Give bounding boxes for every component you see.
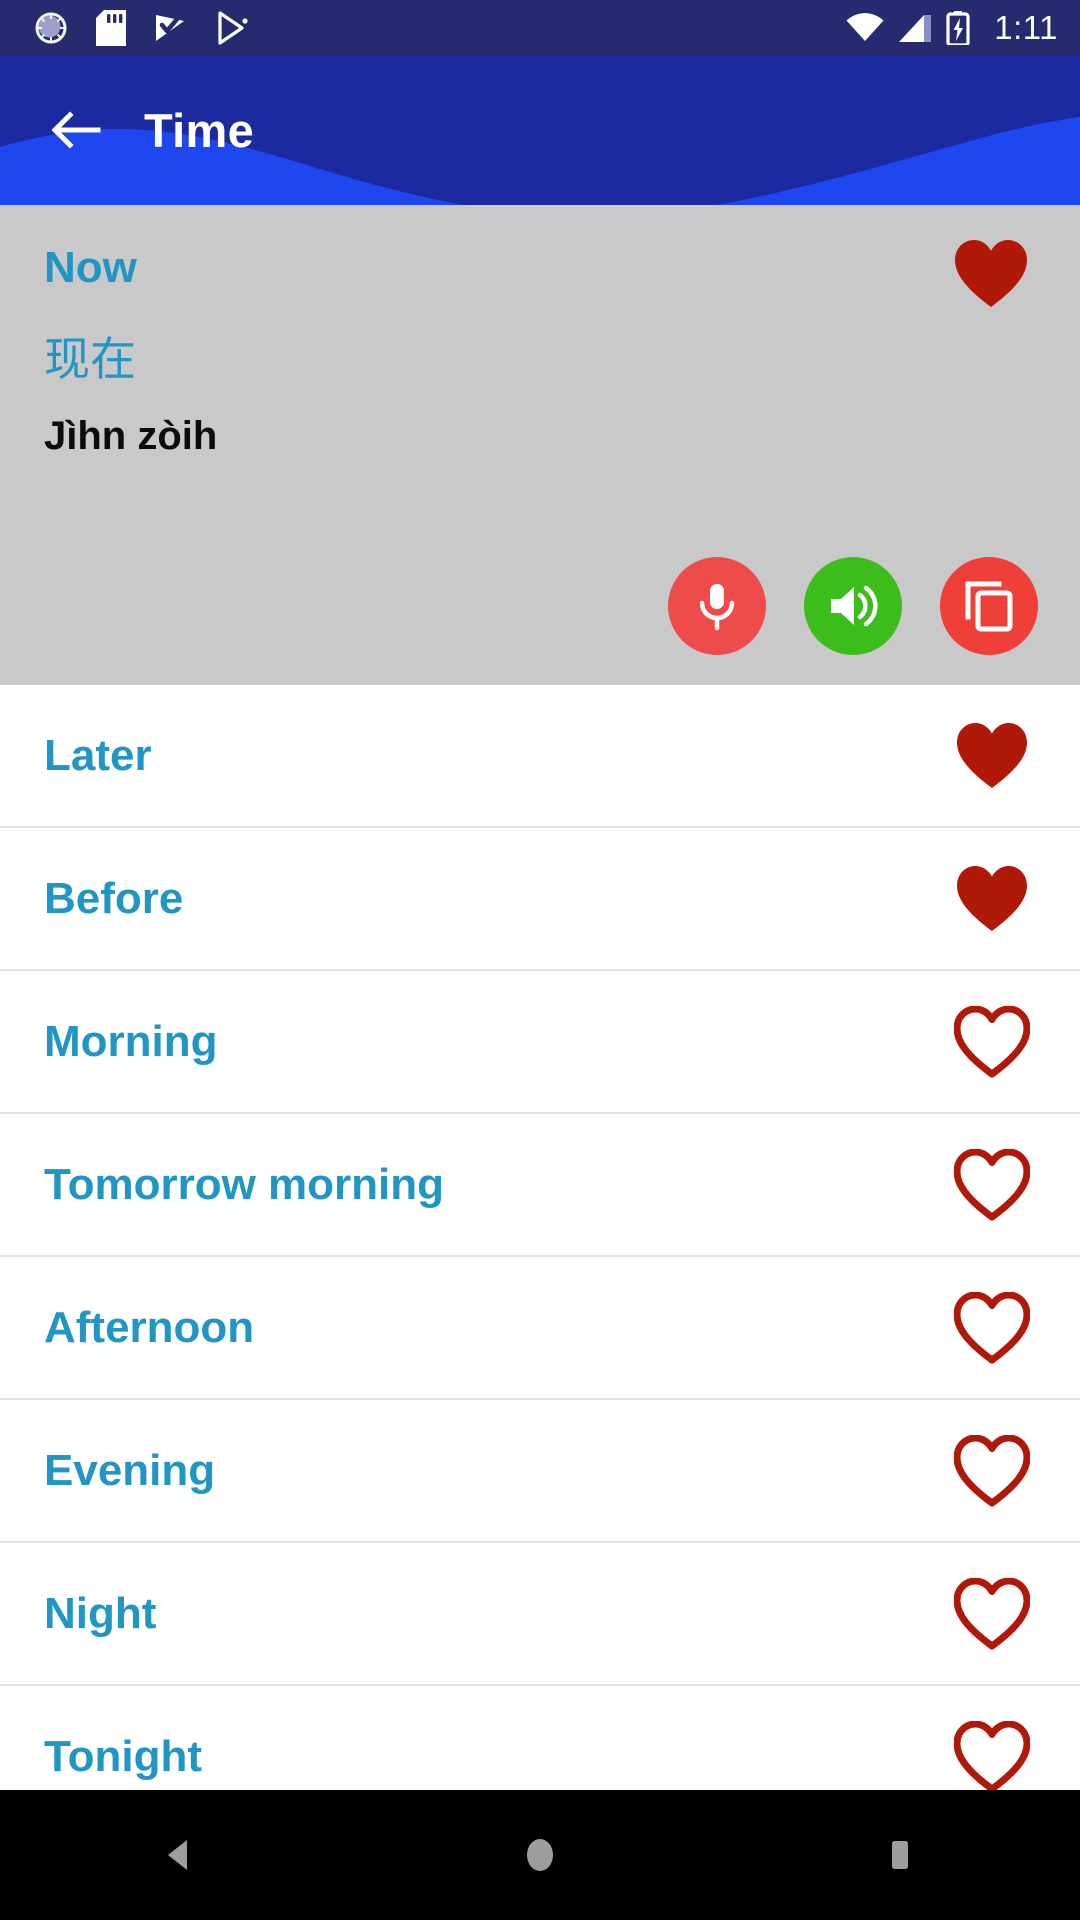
list-item[interactable]: Before	[0, 828, 1080, 971]
favorite-heart-icon-outline[interactable]	[954, 1577, 1030, 1650]
battery-charging-icon	[946, 10, 970, 45]
page-title: Time	[144, 103, 255, 157]
list-item-label: Later	[44, 730, 152, 780]
list-item-label: Morning	[44, 1016, 218, 1066]
list-item-label: Night	[44, 1588, 157, 1638]
list-item-label: Tomorrow morning	[44, 1159, 445, 1209]
play-movies-icon	[156, 14, 184, 41]
status-bar: 1:11	[0, 0, 1080, 55]
sd-card-icon	[96, 9, 126, 46]
wifi-icon	[846, 12, 884, 41]
status-bar-left-icons	[34, 9, 250, 46]
status-bar-clock: 1:11	[994, 9, 1058, 46]
card-action-buttons	[0, 557, 1080, 655]
play-store-icon	[218, 10, 248, 45]
app-screen: 1:11 Time Now 现在 Jìhn zòih Later Before …	[0, 0, 1080, 1920]
selected-phrase-card[interactable]: Now 现在 Jìhn zòih	[0, 205, 1080, 685]
triangle-back-icon	[168, 1840, 187, 1870]
list-item-label: Tonight	[44, 1731, 202, 1781]
selected-phrase-text-block: Now 现在 Jìhn zòih	[0, 205, 1080, 459]
list-item[interactable]: Night	[0, 1543, 1080, 1686]
favorite-heart-icon-outline[interactable]	[954, 1434, 1030, 1507]
nav-home-button[interactable]	[465, 1790, 615, 1920]
list-item[interactable]: Afternoon	[0, 1257, 1080, 1400]
list-item-label: Evening	[44, 1445, 216, 1495]
speaker-icon	[831, 585, 878, 627]
sync-progress-icon	[35, 12, 67, 43]
favorite-heart-icon-filled[interactable]	[954, 720, 1030, 792]
selected-phrase-english: Now	[44, 243, 137, 292]
list-item-label: Afternoon	[44, 1302, 255, 1352]
favorite-heart-icon-outline[interactable]	[954, 1291, 1030, 1364]
favorite-heart-icon-outline[interactable]	[954, 1720, 1030, 1793]
list-item[interactable]: Morning	[0, 971, 1080, 1114]
list-item[interactable]: Tomorrow morning	[0, 1114, 1080, 1257]
list-item-label: Before	[44, 873, 184, 923]
square-recents-icon	[892, 1841, 908, 1869]
microphone-icon	[699, 584, 735, 631]
copy-button[interactable]	[940, 557, 1038, 655]
cellular-signal-icon	[899, 14, 932, 42]
back-arrow-icon[interactable]	[48, 103, 102, 157]
copy-icon	[965, 581, 1013, 632]
favorite-heart-icon-outline[interactable]	[954, 1148, 1030, 1221]
play-audio-button[interactable]	[804, 557, 902, 655]
favorite-heart-icon-filled[interactable]	[954, 863, 1030, 935]
record-button[interactable]	[668, 557, 766, 655]
app-bar: Time	[0, 55, 1080, 205]
favorite-heart-icon-outline[interactable]	[954, 1005, 1030, 1078]
list-item[interactable]: Later	[0, 685, 1080, 828]
android-navigation-bar	[0, 1790, 1080, 1920]
selected-phrase-romanization: Jìhn zòih	[44, 413, 218, 458]
status-bar-right-icons: 1:11	[846, 9, 1058, 46]
list-item[interactable]: Evening	[0, 1400, 1080, 1543]
phrase-list: Later Before Morning Tomorrow morning Aftern…	[0, 685, 1080, 1829]
nav-recents-button[interactable]	[825, 1790, 975, 1920]
nav-back-button[interactable]	[105, 1790, 255, 1920]
circle-home-icon	[527, 1839, 553, 1871]
selected-phrase-native: 现在	[44, 333, 136, 386]
favorite-heart-icon-filled[interactable]	[952, 237, 1030, 311]
